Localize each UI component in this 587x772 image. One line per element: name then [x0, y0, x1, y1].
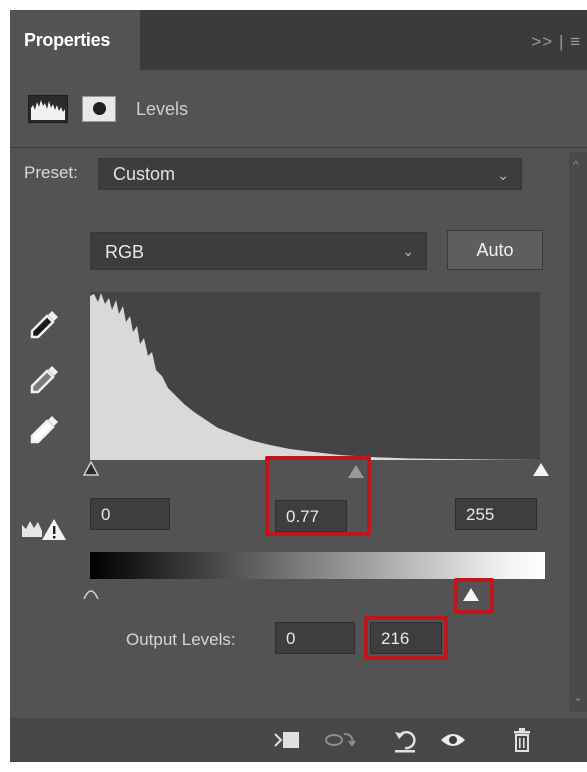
panel-scrollbar[interactable]: ^ ⌄ — [569, 152, 587, 712]
chevron-down-icon: ⌄ — [402, 243, 414, 259]
shadow-input-field[interactable]: 0 — [90, 498, 170, 530]
panel-tab-bar: Properties >> | ≡ — [10, 10, 587, 70]
output-white-handle-highlight-box — [454, 578, 494, 614]
reset-icon[interactable] — [390, 726, 420, 754]
output-white-field-highlight-box — [364, 616, 448, 660]
view-previous-state-icon[interactable] — [324, 726, 356, 754]
preset-dropdown[interactable]: Custom ⌄ — [98, 158, 522, 190]
panel-menu-controls[interactable]: >> | ≡ — [531, 32, 581, 52]
properties-panel: Properties >> | ≡ Levels Preset: Custom … — [10, 10, 587, 762]
scroll-down-arrow-icon[interactable]: ⌄ — [573, 690, 583, 704]
levels-histogram — [90, 292, 540, 460]
highlight-input-field[interactable]: 255 — [455, 498, 537, 530]
preset-value: Custom — [113, 164, 176, 184]
chevron-down-icon: ⌄ — [497, 167, 509, 183]
output-black-slider-handle[interactable] — [82, 585, 100, 606]
clip-to-layer-icon[interactable] — [272, 726, 302, 754]
layer-mask-icon[interactable] — [82, 96, 116, 122]
highlight-input-slider-handle[interactable] — [531, 462, 551, 483]
channel-value: RGB — [105, 242, 145, 262]
bottom-toolbar — [10, 718, 587, 762]
black-point-eyedropper-icon[interactable] — [28, 307, 62, 341]
output-levels-gradient — [90, 552, 545, 579]
gray-point-eyedropper-icon[interactable] — [28, 362, 62, 396]
channel-dropdown[interactable]: RGB ⌄ — [90, 232, 427, 270]
visibility-eye-icon[interactable] — [438, 726, 468, 754]
white-point-eyedropper-icon[interactable] — [28, 412, 62, 446]
shadow-input-slider-handle[interactable] — [82, 460, 100, 482]
tab-properties[interactable]: Properties — [10, 10, 140, 70]
adjustment-title: Levels — [136, 99, 189, 119]
midtone-highlight-box — [265, 456, 371, 536]
adjustment-header: Levels — [10, 70, 587, 148]
clipping-warning-icon[interactable] — [20, 515, 70, 543]
output-levels-label: Output Levels: — [126, 630, 236, 649]
levels-histogram-icon[interactable] — [28, 95, 68, 123]
trash-icon[interactable] — [508, 726, 538, 754]
output-black-field[interactable]: 0 — [275, 622, 355, 654]
preset-label: Preset: — [24, 163, 78, 182]
auto-button[interactable]: Auto — [447, 230, 543, 270]
scroll-up-arrow-icon[interactable]: ^ — [573, 158, 579, 172]
